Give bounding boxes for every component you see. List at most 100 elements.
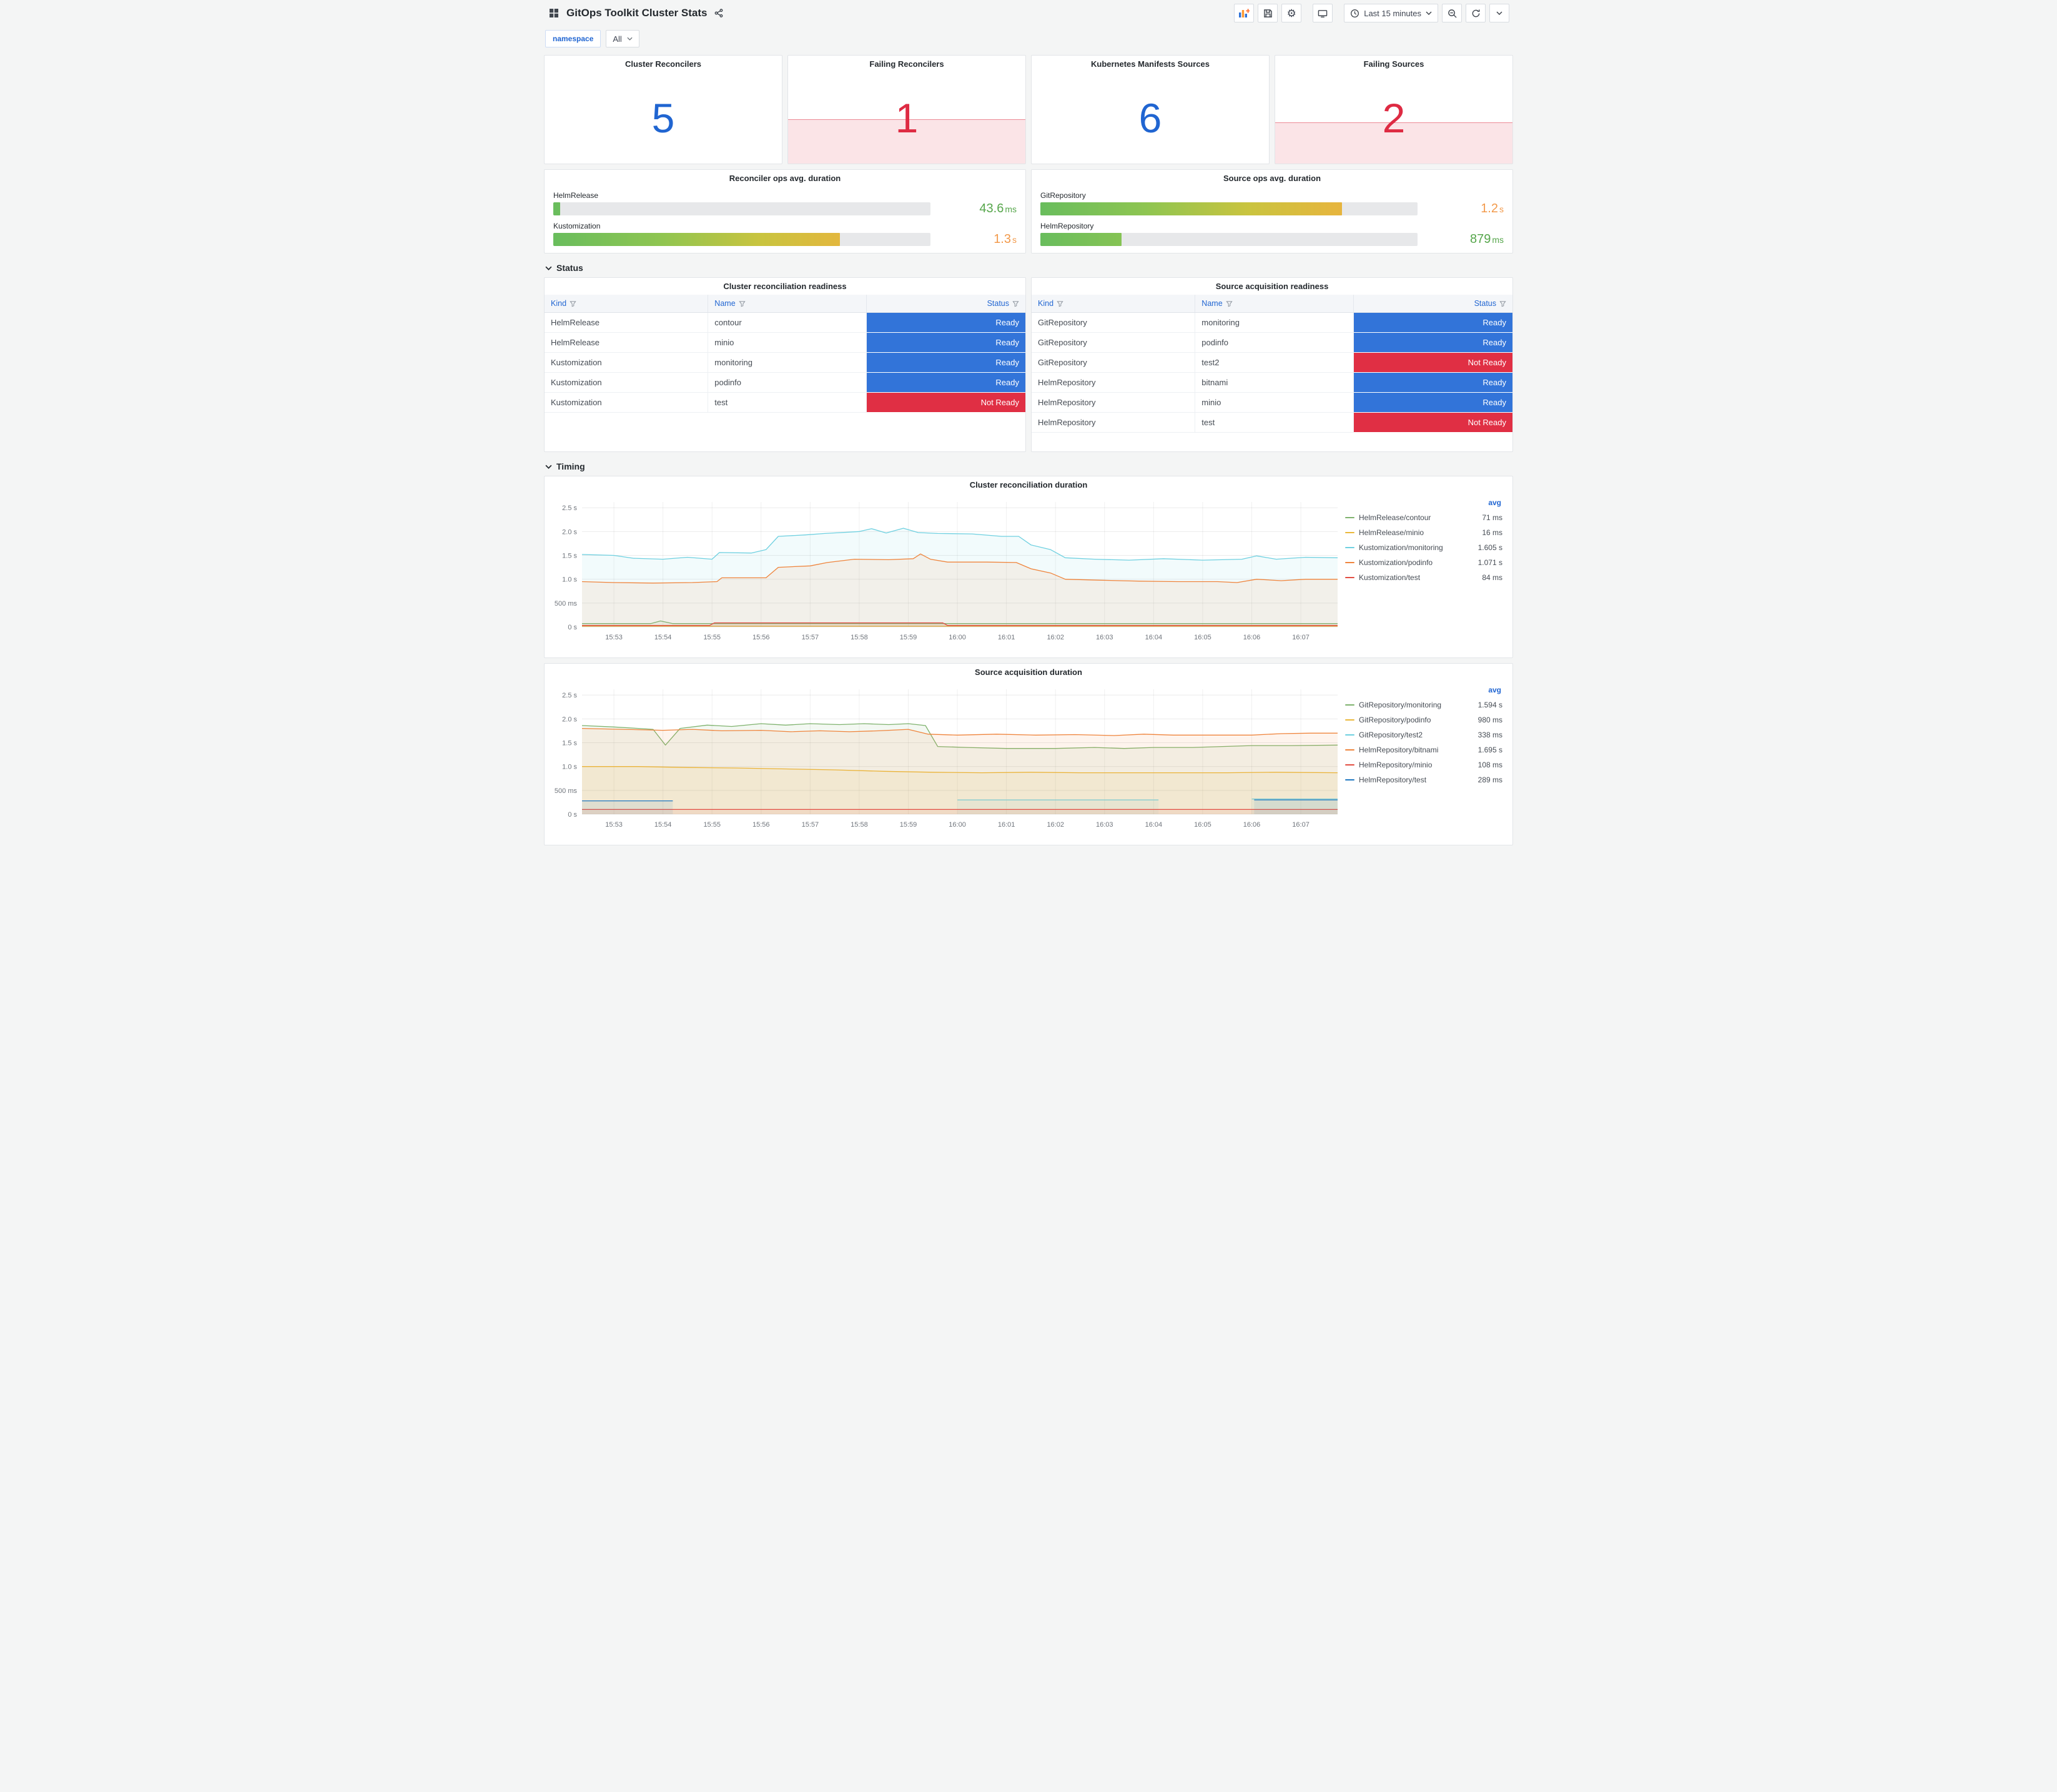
legend-item[interactable]: HelmRepository/minio 108 ms xyxy=(1345,757,1502,772)
panel-title[interactable]: Cluster reconciliation readiness xyxy=(545,278,1025,295)
column-header-status[interactable]: Status xyxy=(1353,295,1512,313)
save-dashboard-button[interactable] xyxy=(1258,4,1278,22)
series-color-dash xyxy=(1345,704,1354,706)
table-row: HelmRepository bitnami Ready xyxy=(1032,372,1512,393)
svg-text:16:03: 16:03 xyxy=(1096,634,1113,641)
stat-value: 5 xyxy=(651,95,675,141)
tv-mode-button[interactable] xyxy=(1313,4,1333,22)
name-cell: contour xyxy=(708,312,867,333)
legend-item[interactable]: GitRepository/podinfo 980 ms xyxy=(1345,712,1502,727)
bar-track xyxy=(553,202,930,215)
panel-title[interactable]: Cluster Reconcilers xyxy=(545,56,782,72)
section-title: Status xyxy=(556,263,583,273)
refresh-interval-dropdown[interactable] xyxy=(1489,4,1509,22)
legend-item[interactable]: HelmRelease/minio 16 ms xyxy=(1345,525,1502,540)
timing-section-toggle[interactable]: Timing xyxy=(539,457,1518,476)
series-color-dash xyxy=(1345,531,1354,534)
save-icon xyxy=(1263,9,1272,17)
name-cell: test2 xyxy=(1195,352,1354,373)
legend-item[interactable]: HelmRelease/contour 71 ms xyxy=(1345,510,1502,525)
svg-text:16:06: 16:06 xyxy=(1243,821,1261,829)
filter-icon[interactable] xyxy=(1057,300,1063,307)
status-section-toggle[interactable]: Status xyxy=(539,258,1518,277)
series-avg-value: 980 ms xyxy=(1477,716,1502,724)
series-color-dash xyxy=(1345,576,1354,579)
series-avg-value: 289 ms xyxy=(1477,775,1502,784)
tv-icon xyxy=(1318,9,1328,17)
panel-title[interactable]: Kubernetes Manifests Sources xyxy=(1032,56,1269,72)
status-badge: Ready xyxy=(866,352,1025,373)
table-row: GitRepository test2 Not Ready xyxy=(1032,352,1512,373)
add-panel-button[interactable] xyxy=(1234,4,1255,22)
column-header-kind[interactable]: Kind xyxy=(545,295,709,313)
timeseries-plot[interactable]: 0 s 500 ms 1.0 s 1.5 s 2.0 s 2.5 s 15:53 15:54 1… xyxy=(547,495,1343,644)
filter-icon[interactable] xyxy=(739,300,746,307)
timeseries-plot[interactable]: 0 s 500 ms 1.0 s 1.5 s 2.0 s 2.5 s 15:53 15:54 1… xyxy=(547,682,1343,832)
settings-button[interactable]: ⚙ xyxy=(1281,4,1302,22)
section-title: Timing xyxy=(556,461,585,471)
dashboard-grid-icon[interactable] xyxy=(548,7,560,19)
series-avg-value: 71 ms xyxy=(1482,513,1502,522)
panel-title[interactable]: Source acquisition duration xyxy=(545,664,1512,681)
bar-gauge-gitrepository: GitRepository 1.2 s xyxy=(1040,191,1504,216)
filter-icon[interactable] xyxy=(570,300,576,307)
zoom-out-button[interactable] xyxy=(1442,4,1462,22)
filter-icon[interactable] xyxy=(1226,300,1233,307)
legend-item[interactable]: Kustomization/podinfo 1.071 s xyxy=(1345,555,1502,570)
readiness-table: Kind Name Status GitRepository monitoring… xyxy=(1032,295,1512,433)
column-header-name[interactable]: Name xyxy=(708,295,867,313)
time-range-label: Last 15 minutes xyxy=(1364,8,1421,18)
svg-text:16:07: 16:07 xyxy=(1292,821,1310,829)
kind-cell: Kustomization xyxy=(545,372,709,393)
legend-item[interactable]: Kustomization/monitoring 1.605 s xyxy=(1345,540,1502,555)
panel-title[interactable]: Reconciler ops avg. duration xyxy=(545,170,1025,187)
kind-cell: HelmRelease xyxy=(545,312,709,333)
panel-title[interactable]: Source acquisition readiness xyxy=(1032,278,1512,295)
panel-title[interactable]: Failing Sources xyxy=(1275,56,1512,72)
tables-row: Cluster reconciliation readiness Kind Na… xyxy=(539,277,1518,452)
svg-text:16:00: 16:00 xyxy=(949,821,966,829)
column-header-name[interactable]: Name xyxy=(1195,295,1354,313)
svg-text:15:56: 15:56 xyxy=(752,634,770,641)
column-header-kind[interactable]: Kind xyxy=(1032,295,1196,313)
svg-text:15:58: 15:58 xyxy=(851,821,868,829)
panel-title[interactable]: Source ops avg. duration xyxy=(1032,170,1512,187)
bar-value: 1.2 s xyxy=(1481,202,1504,215)
svg-text:15:53: 15:53 xyxy=(605,634,623,641)
legend-item[interactable]: Kustomization/test 84 ms xyxy=(1345,570,1502,585)
panel-title[interactable]: Cluster reconciliation duration xyxy=(545,476,1512,493)
svg-text:16:04: 16:04 xyxy=(1145,634,1163,641)
legend-item[interactable]: GitRepository/test2 338 ms xyxy=(1345,727,1502,742)
series-color-dash xyxy=(1345,561,1354,564)
share-icon[interactable] xyxy=(713,7,724,19)
filter-icon[interactable] xyxy=(1499,300,1506,307)
legend-item[interactable]: GitRepository/monitoring 1.594 s xyxy=(1345,697,1502,712)
bar-gauge-kustomization: Kustomization 1.3 s xyxy=(553,222,1017,247)
table-row: HelmRepository minio Ready xyxy=(1032,392,1512,413)
series-name: HelmRepository/bitnami xyxy=(1359,746,1439,754)
name-cell: minio xyxy=(1195,392,1354,413)
kind-cell: HelmRepository xyxy=(1032,392,1196,413)
panel-cluster-reconciliation-readiness: Cluster reconciliation readiness Kind Na… xyxy=(544,277,1026,452)
chevron-down-icon xyxy=(1496,11,1502,15)
name-cell: test xyxy=(1195,412,1354,433)
column-header-status[interactable]: Status xyxy=(866,295,1025,313)
legend-avg-header[interactable]: avg xyxy=(1345,498,1502,510)
series-name: HelmRelease/contour xyxy=(1359,513,1431,522)
series-name: HelmRepository/minio xyxy=(1359,761,1433,769)
panel-reconciler-ops-duration: Reconciler ops avg. duration HelmRelease… xyxy=(544,169,1026,254)
svg-text:15:58: 15:58 xyxy=(851,634,868,641)
legend-avg-header[interactable]: avg xyxy=(1345,686,1502,697)
filter-icon[interactable] xyxy=(1012,300,1019,307)
namespace-dropdown[interactable]: All xyxy=(606,30,639,47)
refresh-icon xyxy=(1472,9,1479,17)
refresh-button[interactable] xyxy=(1466,4,1486,22)
bar-value: 43.6 ms xyxy=(979,202,1017,215)
svg-text:1.0 s: 1.0 s xyxy=(562,576,577,584)
legend-item[interactable]: HelmRepository/test 289 ms xyxy=(1345,772,1502,787)
time-range-picker[interactable]: Last 15 minutes xyxy=(1344,4,1438,22)
legend-item[interactable]: HelmRepository/bitnami 1.695 s xyxy=(1345,742,1502,757)
panel-title[interactable]: Failing Reconcilers xyxy=(788,56,1025,72)
variable-label-namespace[interactable]: namespace xyxy=(545,30,601,47)
table-row: Kustomization test Not Ready xyxy=(545,392,1025,413)
